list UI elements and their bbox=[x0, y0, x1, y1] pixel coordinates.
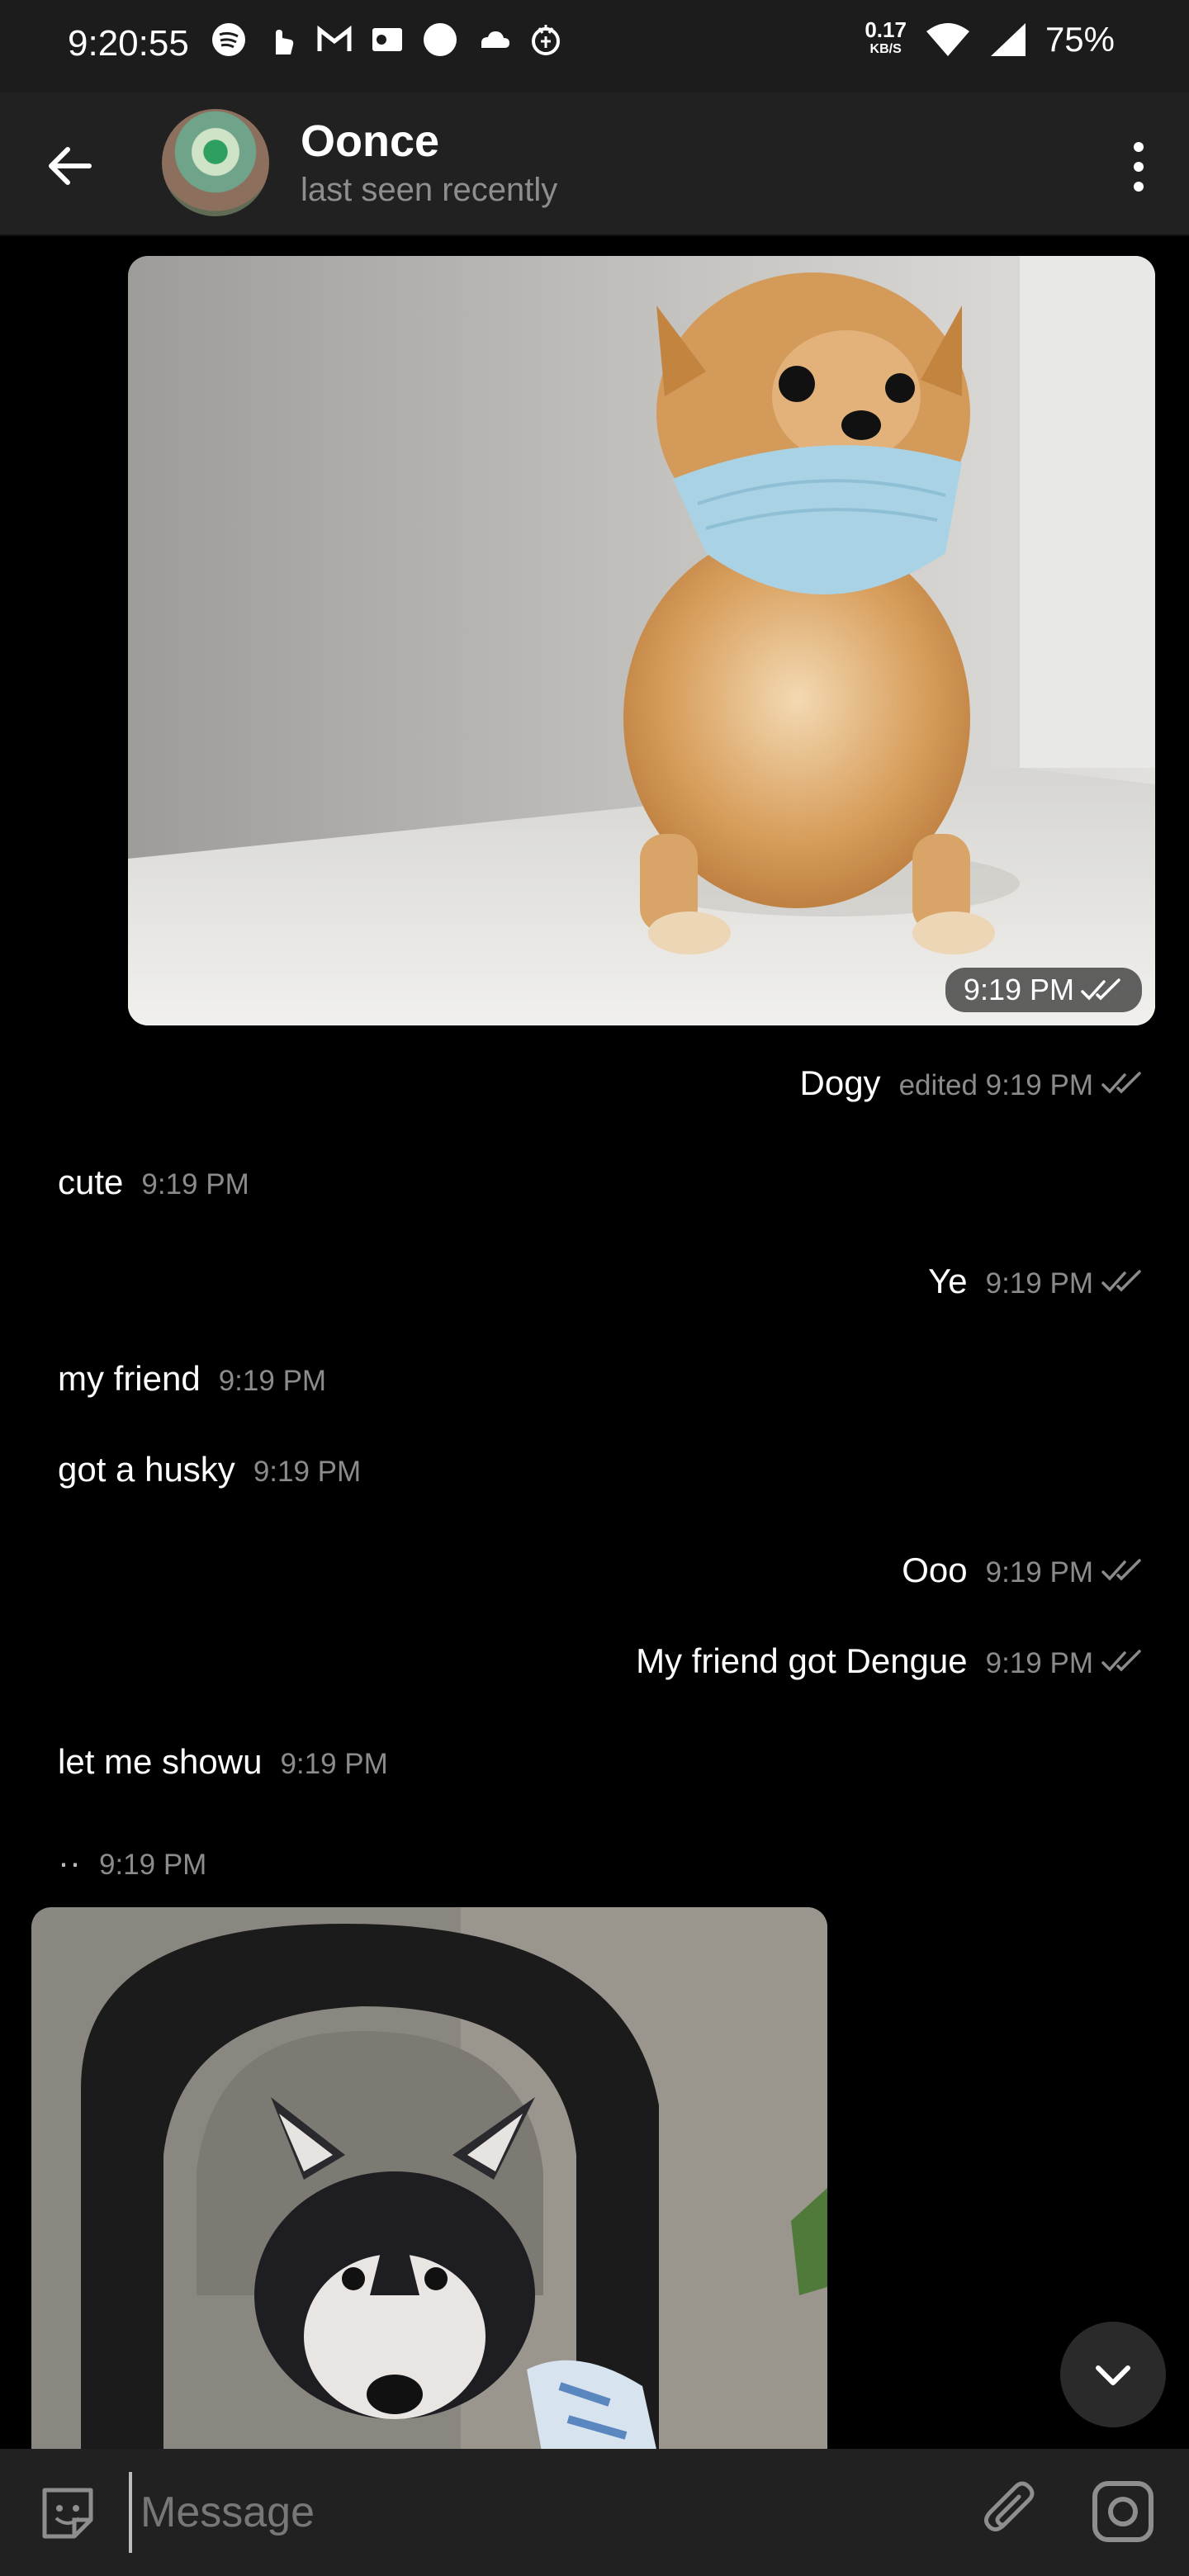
message-incoming[interactable]: cute 9:19 PM bbox=[58, 1163, 249, 1202]
message-time: 9:19 PM bbox=[985, 1647, 1093, 1679]
husky-photo bbox=[31, 1907, 827, 2460]
hand-icon bbox=[263, 21, 300, 58]
double-check-icon bbox=[1101, 1650, 1141, 1672]
wifi-icon bbox=[926, 23, 969, 56]
message-incoming[interactable]: let me showu 9:19 PM bbox=[58, 1742, 388, 1782]
signal-icon bbox=[990, 23, 1026, 56]
message-time: 9:19 PM bbox=[98, 1849, 207, 1881]
dot-icon bbox=[422, 21, 458, 58]
double-check-icon bbox=[1101, 1072, 1141, 1094]
message-incoming[interactable]: ·· 9:19 PM bbox=[58, 1843, 206, 1882]
composer bbox=[0, 2449, 1189, 2576]
double-check-icon bbox=[1081, 978, 1120, 1001]
message-text: Ye bbox=[928, 1262, 968, 1300]
message-time: 9:19 PM bbox=[141, 1168, 249, 1200]
photo-time-badge: 9:19 PM bbox=[945, 968, 1142, 1012]
notification-icons bbox=[211, 21, 564, 58]
message-input[interactable] bbox=[129, 2472, 968, 2553]
message-time: 9:19 PM bbox=[280, 1748, 388, 1780]
battery-level: 75% bbox=[1045, 20, 1115, 59]
outlook-icon bbox=[369, 21, 405, 58]
message-text: ·· bbox=[58, 1843, 81, 1882]
message-text: let me showu bbox=[58, 1742, 263, 1781]
message-text: Ooo bbox=[902, 1551, 968, 1589]
message-text: got a husky bbox=[58, 1450, 235, 1489]
back-arrow-icon[interactable] bbox=[41, 137, 99, 195]
double-check-icon bbox=[1101, 1270, 1141, 1292]
message-time: 9:19 PM bbox=[253, 1456, 362, 1488]
spotify-icon bbox=[211, 21, 247, 58]
chat-subtitle: last seen recently bbox=[301, 172, 558, 208]
chat-title[interactable]: Oonce bbox=[301, 116, 439, 167]
message-time: 9:19 PM bbox=[985, 1556, 1093, 1589]
message-text: My friend got Dengue bbox=[636, 1641, 968, 1680]
photo-message[interactable] bbox=[31, 1907, 827, 2460]
chat-header: Oonce last seen recently bbox=[0, 92, 1189, 236]
chevron-down-icon bbox=[1096, 2365, 1130, 2385]
photo-time: 9:19 PM bbox=[963, 973, 1074, 1006]
message-text: cute bbox=[58, 1163, 124, 1201]
status-time: 9:20:55 bbox=[68, 23, 189, 64]
emoji-icon[interactable] bbox=[36, 2482, 99, 2545]
network-speed-value: 0.17 bbox=[865, 17, 907, 42]
status-right: 0.17 KB/S 75% bbox=[865, 17, 1115, 59]
message-outgoing[interactable]: Dogy edited 9:19 PM bbox=[800, 1063, 1145, 1103]
message-outgoing[interactable]: Ooo 9:19 PM bbox=[902, 1551, 1144, 1590]
brain-icon bbox=[528, 21, 564, 58]
more-vert-icon[interactable] bbox=[1118, 134, 1159, 200]
network-speed-unit: KB/S bbox=[869, 42, 902, 56]
message-outgoing[interactable]: Ye 9:19 PM bbox=[928, 1262, 1144, 1301]
message-time: edited 9:19 PM bbox=[898, 1069, 1093, 1101]
gmail-icon bbox=[316, 21, 353, 58]
message-text: my friend bbox=[58, 1359, 201, 1398]
attach-icon[interactable] bbox=[979, 2479, 1045, 2545]
network-speed: 0.17 KB/S bbox=[865, 17, 907, 59]
message-incoming[interactable]: got a husky 9:19 PM bbox=[58, 1450, 361, 1489]
message-text: Dogy bbox=[799, 1063, 881, 1102]
avatar[interactable] bbox=[162, 109, 269, 216]
scroll-down-button[interactable] bbox=[1060, 2322, 1166, 2427]
message-time: 9:19 PM bbox=[985, 1267, 1093, 1300]
camera-icon[interactable] bbox=[1090, 2479, 1156, 2545]
double-check-icon bbox=[1101, 1559, 1141, 1581]
message-time: 9:19 PM bbox=[218, 1365, 327, 1397]
status-bar: 9:20:55 0.17 KB/S 75% bbox=[0, 0, 1189, 92]
cloud-icon bbox=[475, 21, 511, 58]
message-outgoing[interactable]: My friend got Dengue 9:19 PM bbox=[636, 1641, 1144, 1681]
pomeranian-photo bbox=[128, 256, 1155, 1025]
message-incoming[interactable]: my friend 9:19 PM bbox=[58, 1359, 326, 1399]
photo-message[interactable]: 9:19 PM bbox=[128, 256, 1155, 1025]
